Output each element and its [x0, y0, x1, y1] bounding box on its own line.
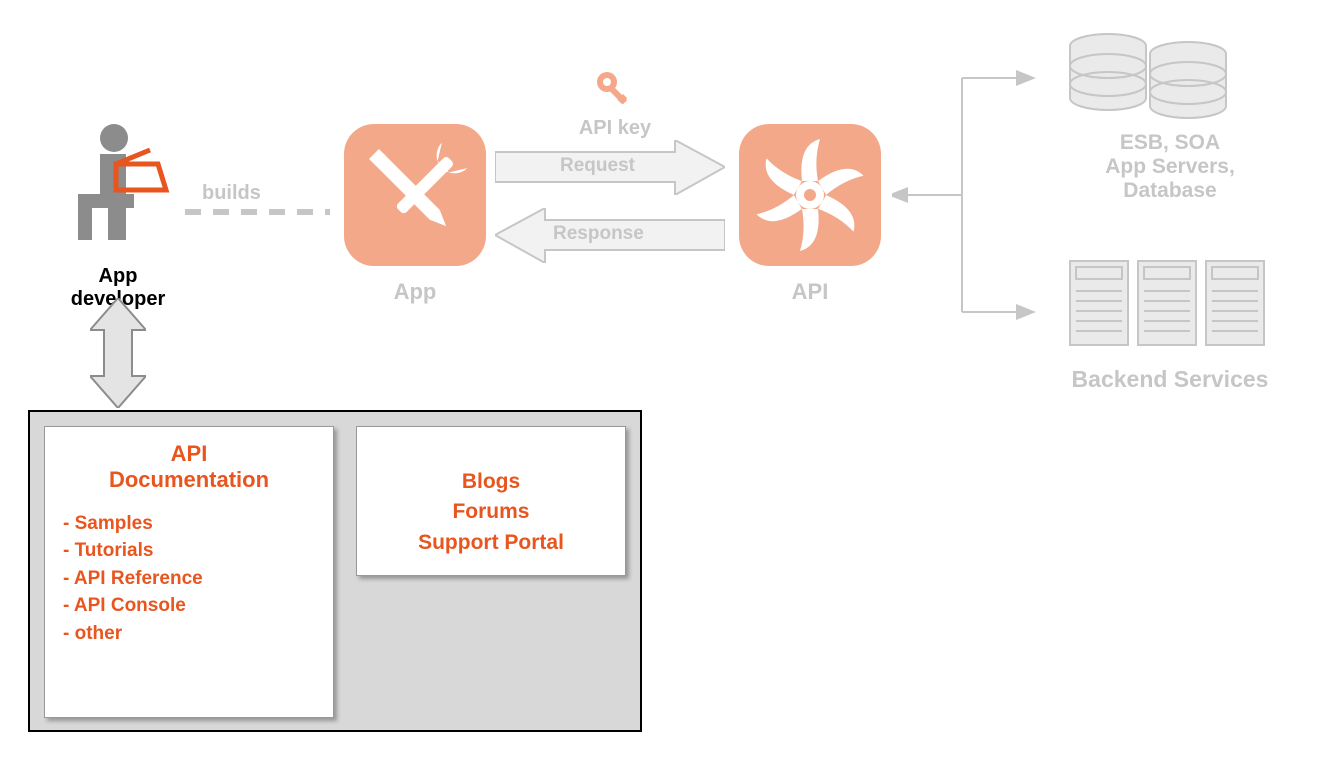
api-key-label: API key	[545, 117, 685, 140]
api-doc-item: - other	[63, 620, 315, 648]
api-doc-item: - API Console	[63, 592, 315, 620]
api-node: API	[730, 120, 890, 305]
api-backend-connector	[892, 60, 1042, 330]
backend-services-line1: ESB, SOA	[1040, 131, 1300, 155]
support-item: Forums	[375, 497, 607, 527]
api-doc-item: - Tutorials	[63, 537, 315, 565]
key-icon	[593, 68, 637, 112]
portal-container: API Documentation - Samples - Tutorials …	[28, 410, 642, 732]
backend-services-line2: App Servers,	[1040, 155, 1300, 179]
developer-icon	[58, 120, 178, 260]
edge-builds-label: builds	[202, 182, 261, 205]
server-icon	[1060, 255, 1280, 355]
api-key-group: API key	[545, 68, 685, 140]
api-icon	[735, 120, 885, 270]
developer-portal-arrow	[90, 298, 146, 408]
backend-server-group: Backend Services	[1040, 255, 1300, 393]
api-doc-title: API Documentation	[63, 441, 315, 494]
support-items: Blogs Forums Support Portal	[375, 467, 607, 558]
response-label: Response	[553, 223, 644, 245]
support-item: Blogs	[375, 467, 607, 497]
edge-builds-line	[185, 208, 330, 216]
backend-label: Backend Services	[1040, 366, 1300, 393]
support-item: Support Portal	[375, 528, 607, 558]
app-label: App	[335, 279, 495, 305]
api-doc-item: - API Reference	[63, 565, 315, 593]
support-card: Blogs Forums Support Portal	[356, 426, 626, 576]
api-doc-item: - Samples	[63, 510, 315, 538]
app-node: App	[335, 120, 495, 305]
database-icon	[1060, 26, 1280, 126]
request-label: Request	[560, 155, 635, 177]
app-icon	[340, 120, 490, 270]
api-doc-items: - Samples - Tutorials - API Reference - …	[63, 510, 315, 648]
api-label: API	[730, 279, 890, 305]
api-doc-card: API Documentation - Samples - Tutorials …	[44, 426, 334, 718]
backend-db-group: ESB, SOA App Servers, Database	[1040, 26, 1300, 203]
developer-node: App developer	[58, 120, 178, 311]
backend-services-line3: Database	[1040, 179, 1300, 203]
